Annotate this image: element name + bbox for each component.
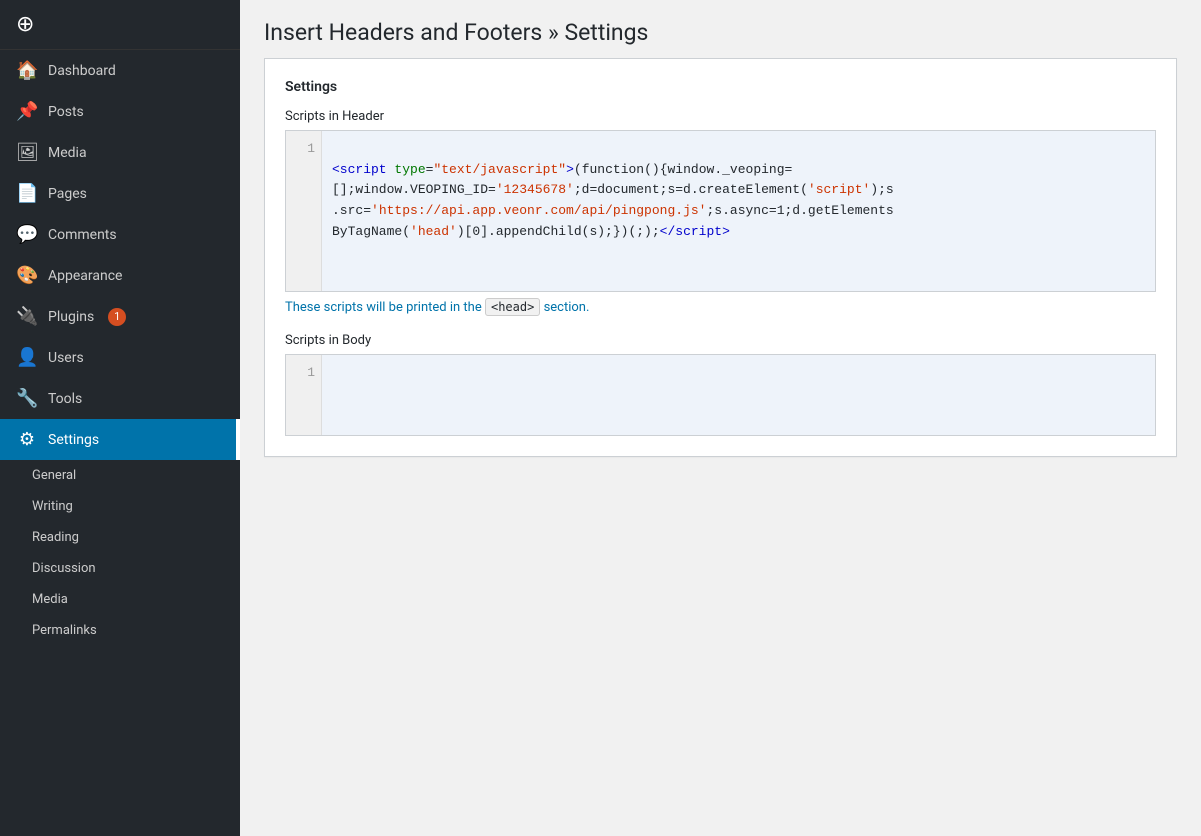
media-icon: 🖼	[16, 142, 38, 163]
main-content: Insert Headers and Footers » Settings Se…	[240, 0, 1201, 836]
plugins-icon: 🔌	[16, 306, 38, 327]
plugins-badge: 1	[108, 308, 126, 326]
code-content-body[interactable]	[322, 355, 1155, 435]
submenu-item-media[interactable]: Media	[0, 584, 240, 615]
sidebar-item-label-comments: Comments	[48, 227, 117, 243]
sidebar-item-comments[interactable]: 💬 Comments	[0, 214, 240, 255]
header-hint: These scripts will be printed in the <he…	[285, 300, 1156, 315]
sidebar-nav: 🏠 Dashboard 📌 Posts 🖼 Media 📄 Pages 💬 Comments 🎨 Ap…	[0, 50, 240, 646]
scripts-header-label: Scripts in Header	[285, 109, 1156, 124]
scripts-header-editor[interactable]: 1 <script type="text/javascript">(functi…	[285, 130, 1156, 292]
sidebar-item-pages[interactable]: 📄 Pages	[0, 173, 240, 214]
scripts-body-label: Scripts in Body	[285, 333, 1156, 348]
comments-icon: 💬	[16, 224, 38, 245]
sidebar-item-label-settings: Settings	[48, 432, 99, 448]
line-numbers-body: 1	[286, 355, 322, 435]
code-content-header[interactable]: <script type="text/javascript">(function…	[322, 131, 1155, 291]
sidebar-item-settings[interactable]: ⚙ Settings	[0, 419, 240, 460]
wp-logo-icon: ⊕	[16, 12, 34, 37]
sidebar-item-plugins[interactable]: 🔌 Plugins 1	[0, 296, 240, 337]
line-numbers-header: 1	[286, 131, 322, 291]
sidebar-item-appearance[interactable]: 🎨 Appearance	[0, 255, 240, 296]
sidebar-item-label-dashboard: Dashboard	[48, 63, 116, 79]
sidebar-item-label-appearance: Appearance	[48, 268, 122, 284]
sidebar-item-users[interactable]: 👤 Users	[0, 337, 240, 378]
users-icon: 👤	[16, 347, 38, 368]
submenu-item-general[interactable]: General	[0, 460, 240, 491]
sidebar: ⊕ 🏠 Dashboard 📌 Posts 🖼 Media 📄 Pages 💬 Comments 🎨…	[0, 0, 240, 836]
scripts-body-editor[interactable]: 1	[285, 354, 1156, 436]
sidebar-item-media[interactable]: 🖼 Media	[0, 132, 240, 173]
posts-icon: 📌	[16, 101, 38, 122]
settings-icon: ⚙	[16, 429, 38, 450]
pages-icon: 📄	[16, 183, 38, 204]
page-title: Insert Headers and Footers » Settings	[264, 18, 1177, 48]
sidebar-item-label-pages: Pages	[48, 186, 87, 202]
submenu-item-reading[interactable]: Reading	[0, 522, 240, 553]
settings-heading: Settings	[285, 79, 1156, 95]
appearance-icon: 🎨	[16, 265, 38, 286]
settings-panel: Settings Scripts in Header 1 <script typ…	[264, 58, 1177, 457]
sidebar-logo: ⊕	[0, 0, 240, 50]
submenu-item-writing[interactable]: Writing	[0, 491, 240, 522]
submenu-item-permalinks[interactable]: Permalinks	[0, 615, 240, 646]
submenu-item-discussion[interactable]: Discussion	[0, 553, 240, 584]
sidebar-item-label-plugins: Plugins	[48, 309, 94, 325]
sidebar-item-posts[interactable]: 📌 Posts	[0, 91, 240, 132]
head-tag-code: <head>	[485, 298, 540, 316]
sidebar-item-label-posts: Posts	[48, 104, 84, 120]
sidebar-item-dashboard[interactable]: 🏠 Dashboard	[0, 50, 240, 91]
sidebar-item-label-tools: Tools	[48, 391, 82, 407]
dashboard-icon: 🏠	[16, 60, 38, 81]
sidebar-item-label-users: Users	[48, 350, 84, 366]
page-header: Insert Headers and Footers » Settings	[240, 0, 1201, 58]
sidebar-item-label-media: Media	[48, 145, 87, 161]
sidebar-item-tools[interactable]: 🔧 Tools	[0, 378, 240, 419]
tools-icon: 🔧	[16, 388, 38, 409]
